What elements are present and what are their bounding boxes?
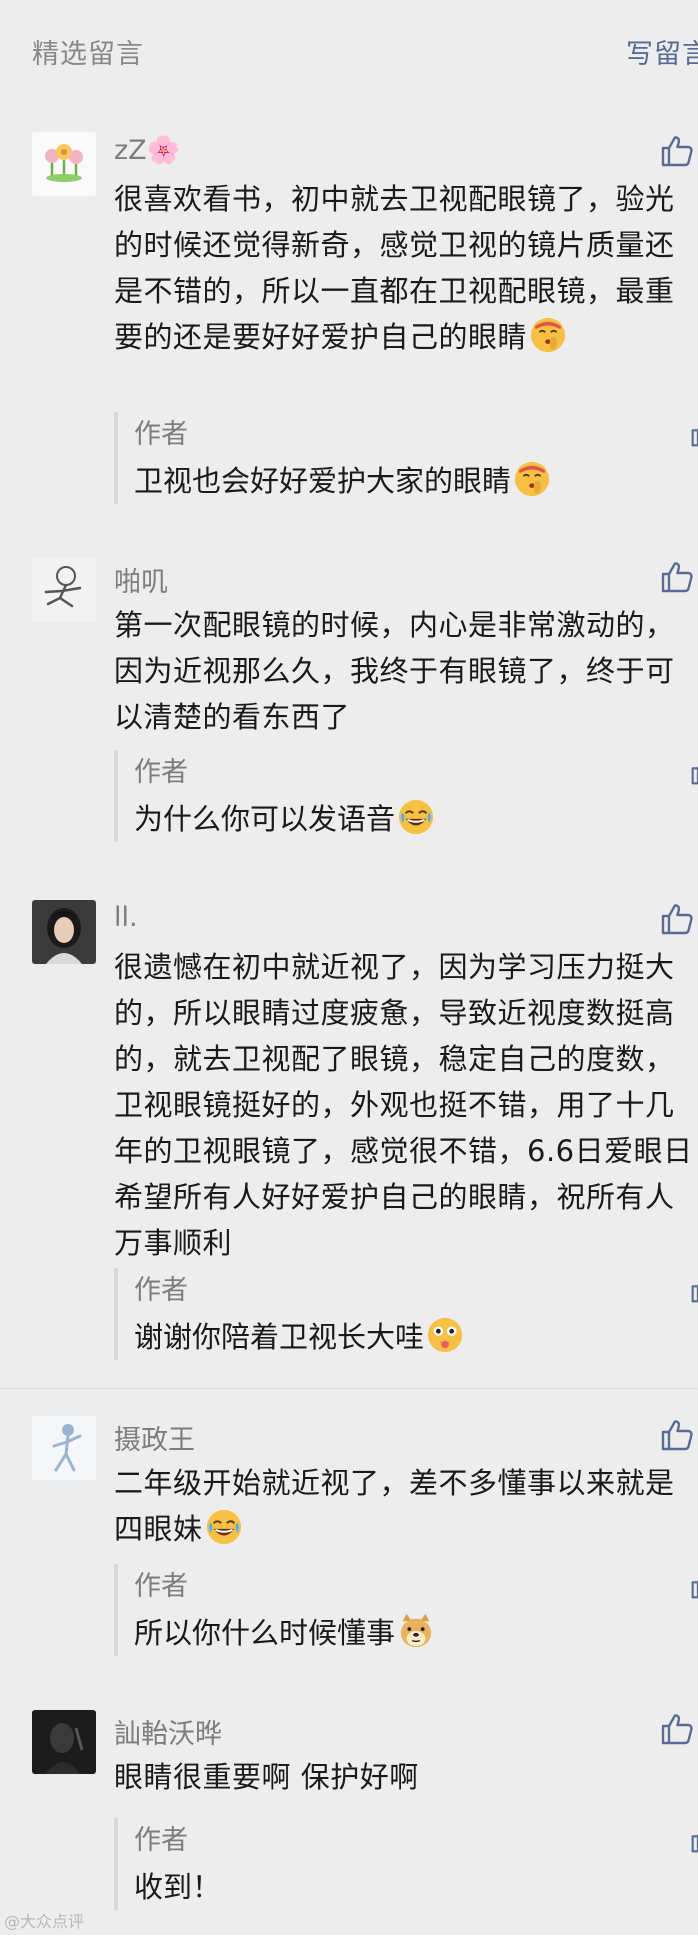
reply-like-icon[interactable] <box>690 756 698 786</box>
reply-like-icon[interactable] <box>690 1570 698 1600</box>
avatar[interactable] <box>32 900 96 964</box>
reply-text: 为什么你可以发语音 <box>134 802 396 836</box>
tears-of-joy-emoji-icon <box>397 798 435 836</box>
shush-emoji-icon <box>513 460 551 498</box>
commenter-name: 訕軩沃晔 <box>114 1719 222 1750</box>
author-reply: 作者 卫视也会好好爱护大家的眼睛 <box>114 412 698 504</box>
shush-emoji-icon <box>529 316 567 354</box>
commenter-name: zZ🌸 <box>114 135 181 166</box>
comment-body: 很遗憾在初中就近视了，因为学习压力挺大的，所以眼睛过度疲惫，导致近视度数挺高的，… <box>114 944 698 1266</box>
reply-text: 谢谢你陪着卫视长大哇 <box>134 1320 425 1354</box>
reply-author-label: 作者 <box>134 1825 188 1856</box>
comment-text: 二年级开始就近视了，差不多懂事以来就是四眼妹 <box>114 1466 675 1546</box>
like-icon[interactable] <box>660 1418 694 1452</box>
comment-body: 二年级开始就近视了，差不多懂事以来就是四眼妹 <box>114 1460 698 1552</box>
watermark: @大众点评 <box>4 1912 85 1931</box>
write-comment-button[interactable]: 写留言 <box>626 32 698 71</box>
reply-like-icon[interactable] <box>690 418 698 448</box>
divider <box>0 1388 698 1389</box>
commenter-name: ll. <box>114 902 138 933</box>
comment-text: 很喜欢看书，初中就去卫视配眼镜了，验光的时候还觉得新奇，感觉卫视的镜片质量还是不… <box>114 182 675 354</box>
reply-author-label: 作者 <box>134 1275 188 1306</box>
reply-like-icon[interactable] <box>690 1274 698 1304</box>
reply-like-icon[interactable] <box>690 1824 698 1854</box>
section-title: 精选留言 <box>32 39 144 70</box>
like-icon[interactable] <box>660 1712 694 1746</box>
reply-body: 为什么你可以发语音 <box>134 796 435 842</box>
like-icon[interactable] <box>660 560 694 594</box>
reply-body: 收到！ <box>134 1864 221 1910</box>
comment-text: 很遗憾在初中就近视了，因为学习压力挺大的，所以眼睛过度疲惫，导致近视度数挺高的，… <box>114 950 693 1260</box>
avatar[interactable] <box>32 558 96 622</box>
avatar[interactable] <box>32 1710 96 1774</box>
reply-author-label: 作者 <box>134 419 188 450</box>
comment-body: 第一次配眼镜的时候，内心是非常激动的，因为近视那么久，我终于有眼镜了，终于可以清… <box>114 602 698 740</box>
reply-text: 所以你什么时候懂事 <box>134 1616 396 1650</box>
reply-text: 卫视也会好好爱护大家的眼睛 <box>134 464 512 498</box>
comment-text: 眼睛很重要啊 保护好啊 <box>114 1760 419 1794</box>
wow-emoji-icon <box>426 1316 464 1354</box>
avatar[interactable] <box>32 132 96 196</box>
reply-author-label: 作者 <box>134 757 188 788</box>
author-reply: 作者 所以你什么时候懂事 <box>114 1564 698 1656</box>
like-icon[interactable] <box>660 134 694 168</box>
reply-author-label: 作者 <box>134 1571 188 1602</box>
reply-body: 所以你什么时候懂事 <box>134 1610 435 1656</box>
reply-body: 谢谢你陪着卫视长大哇 <box>134 1314 464 1360</box>
comments-header: 精选留言 写留言 <box>0 0 698 100</box>
crying-laugh-emoji-icon <box>205 1508 243 1546</box>
avatar[interactable] <box>32 1416 96 1480</box>
comment-body: 眼睛很重要啊 保护好啊 <box>114 1754 698 1800</box>
reply-body: 卫视也会好好爱护大家的眼睛 <box>134 458 551 504</box>
comment-text: 第一次配眼镜的时候，内心是非常激动的，因为近视那么久，我终于有眼镜了，终于可以清… <box>114 608 675 734</box>
commenter-name: 摄政王 <box>114 1425 195 1456</box>
comment-body: 很喜欢看书，初中就去卫视配眼镜了，验光的时候还觉得新奇，感觉卫视的镜片质量还是不… <box>114 176 698 360</box>
author-reply: 作者 收到！ <box>114 1818 698 1910</box>
author-reply: 作者 为什么你可以发语音 <box>114 750 698 842</box>
doge-emoji-icon <box>397 1612 435 1650</box>
commenter-name: 啪叽 <box>114 567 168 598</box>
like-icon[interactable] <box>660 902 694 936</box>
author-reply: 作者 谢谢你陪着卫视长大哇 <box>114 1268 698 1360</box>
reply-text: 收到！ <box>134 1870 222 1904</box>
